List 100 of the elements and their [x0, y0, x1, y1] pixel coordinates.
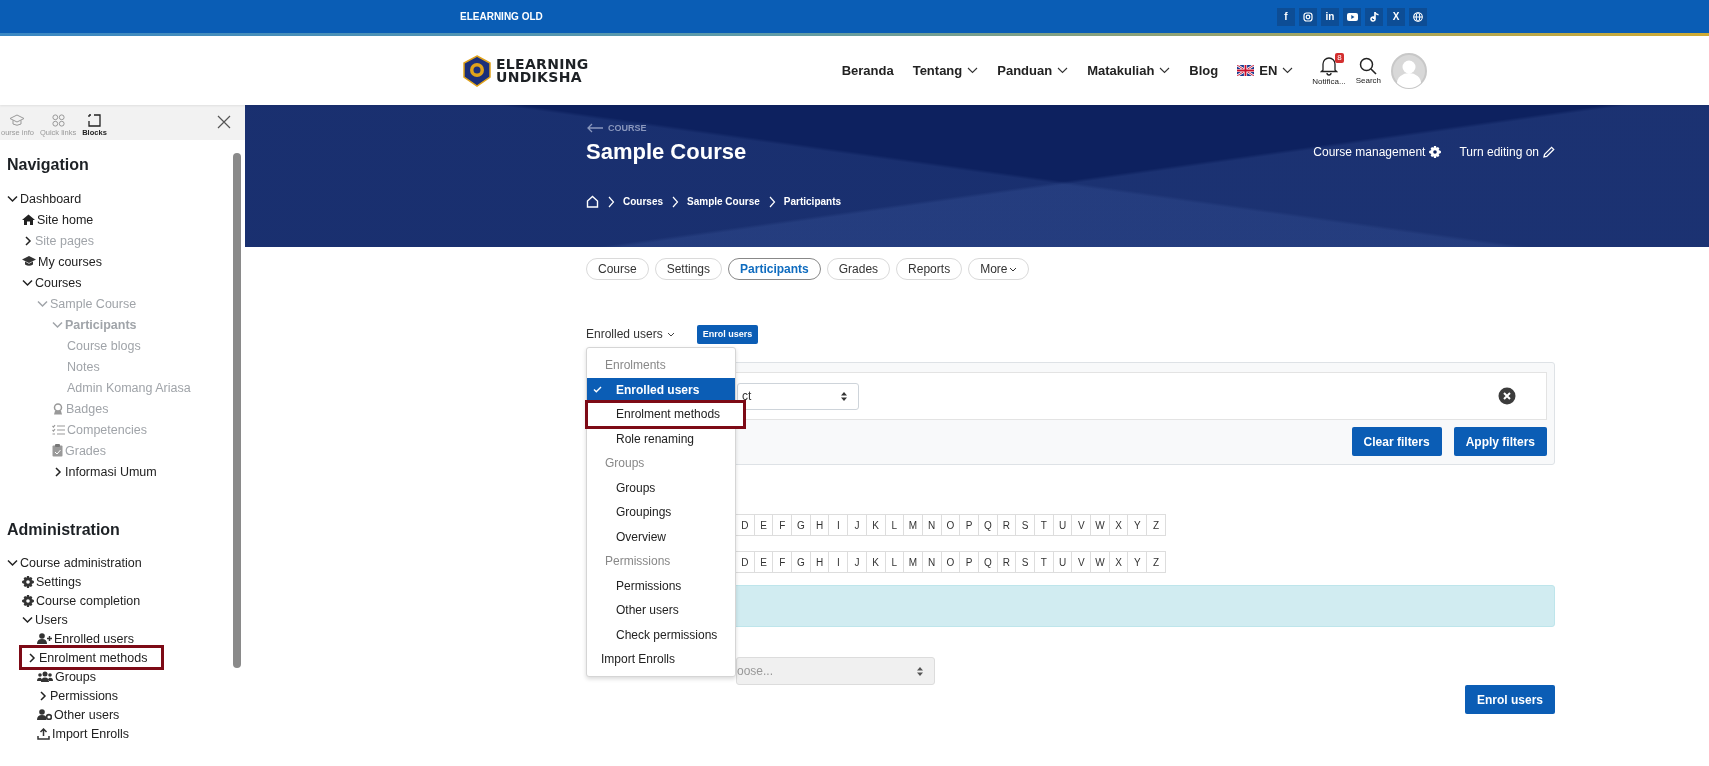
initial-letter[interactable]: E [753, 551, 774, 573]
initial-letter[interactable]: S [1015, 551, 1035, 573]
initial-letter[interactable]: W [1090, 551, 1110, 573]
camera-icon[interactable] [1299, 7, 1317, 26]
enrol-users-button[interactable]: Enrol users [1464, 685, 1555, 714]
initial-letter[interactable]: H [809, 551, 830, 573]
nav-tree-item[interactable]: My courses [22, 251, 108, 272]
initial-letter[interactable]: I [828, 551, 849, 573]
breadcrumb-link[interactable]: Sample Course [687, 196, 760, 207]
nav-link[interactable]: Blog [1189, 63, 1219, 78]
close-icon[interactable] [217, 115, 231, 129]
nav-tree-item[interactable]: Groups [37, 667, 102, 686]
nav-tree-item[interactable]: Import Enrolls [37, 724, 136, 743]
nav-tree-item[interactable]: Settings [22, 572, 88, 591]
filter-button[interactable]: Apply filters [1453, 427, 1547, 456]
nav-tree-item[interactable]: Course completion [22, 591, 147, 610]
initial-letter[interactable]: U [1052, 514, 1073, 536]
nav-tree-item[interactable]: Course administration [7, 553, 148, 572]
header-action-link[interactable]: Course management [1313, 145, 1442, 159]
initial-letter[interactable]: H [809, 514, 830, 536]
initial-letter[interactable]: Y [1127, 514, 1148, 536]
nav-link[interactable]: Panduan [997, 63, 1069, 78]
enrol-users-button[interactable]: Enrol users [696, 324, 759, 344]
initial-letter[interactable]: F [772, 514, 793, 536]
initial-letter[interactable]: Y [1127, 551, 1148, 573]
initial-letter[interactable]: X [1108, 551, 1129, 573]
initial-letter[interactable]: S [1015, 514, 1035, 536]
nav-tree-item[interactable]: Enrolment methods [22, 648, 162, 667]
page-select-dropdown[interactable]: Enrolled users [586, 327, 675, 341]
nav-tree-item[interactable]: Other users [37, 705, 126, 724]
music-note-icon[interactable] [1365, 7, 1383, 26]
menu-item[interactable]: Groupings [587, 500, 735, 525]
nav-link[interactable]: Matakuliah [1087, 63, 1171, 78]
menu-item[interactable]: Check permissions [587, 622, 735, 647]
initial-letter[interactable]: G [791, 551, 811, 573]
initial-letter[interactable]: K [865, 514, 886, 536]
initial-letter[interactable]: E [753, 514, 774, 536]
initial-letter[interactable]: K [865, 551, 886, 573]
search-button[interactable]: Search [1355, 56, 1381, 85]
nav-link[interactable]: Tentang [912, 63, 979, 78]
initial-letter[interactable]: N [921, 514, 942, 536]
initial-letter[interactable]: F [772, 551, 793, 573]
initial-letter[interactable]: T [1034, 514, 1054, 536]
initial-letter[interactable]: R [996, 551, 1017, 573]
home-icon[interactable] [586, 195, 599, 208]
nav-link[interactable]: Beranda [841, 63, 894, 78]
breadcrumb-link[interactable]: Courses [623, 196, 663, 207]
menu-item[interactable]: Enrolled users [587, 377, 735, 402]
initial-letter[interactable]: J [847, 551, 867, 573]
menu-item[interactable]: Import Enrolls [587, 647, 735, 672]
menu-item[interactable]: Overview [587, 524, 735, 549]
initial-letter[interactable]: P [959, 551, 979, 573]
menu-item[interactable]: Other users [587, 598, 735, 623]
play-icon[interactable] [1343, 7, 1361, 26]
initial-letter[interactable]: J [847, 514, 867, 536]
initial-letter[interactable]: V [1071, 551, 1092, 573]
initial-letter[interactable]: Z [1146, 514, 1166, 536]
initial-letter[interactable]: Z [1146, 551, 1166, 573]
initial-letter[interactable]: W [1090, 514, 1110, 536]
globe-icon[interactable] [1409, 7, 1427, 26]
initial-letter[interactable]: V [1071, 514, 1092, 536]
initial-letter[interactable]: O [940, 514, 961, 536]
header-action-link[interactable]: Turn editing on [1459, 145, 1555, 159]
breadcrumb-link[interactable]: Participants [783, 196, 842, 207]
back-link[interactable]: COURSE [586, 123, 1555, 133]
initial-letter[interactable]: L [884, 514, 905, 536]
social-link[interactable]: X [1387, 7, 1405, 26]
nav-tree-item[interactable]: Site home [22, 209, 100, 230]
initial-letter[interactable]: Q [977, 514, 998, 536]
nav-link[interactable]: EN [1237, 63, 1294, 78]
initial-letter[interactable]: G [791, 514, 811, 536]
initial-letter[interactable]: R [996, 514, 1017, 536]
filter-button[interactable]: Clear filters [1351, 427, 1442, 456]
initial-letter[interactable]: X [1108, 514, 1129, 536]
initial-letter[interactable]: N [921, 551, 942, 573]
menu-item[interactable]: Permissions [587, 573, 735, 598]
initial-letter[interactable]: M [903, 551, 923, 573]
nav-tree-item[interactable]: Enrolled users [37, 629, 140, 648]
filter-select[interactable]: ct [737, 382, 859, 410]
nav-tree-item[interactable]: Informasi Umum [52, 461, 163, 482]
initial-letter[interactable]: Q [977, 551, 998, 573]
notifications-button[interactable]: Notifica... 8 [1312, 55, 1346, 86]
initial-letter[interactable]: L [884, 551, 905, 573]
initial-letter[interactable]: I [828, 514, 849, 536]
nav-tree-item[interactable]: Dashboard [7, 188, 88, 209]
menu-item[interactable]: Groups [587, 475, 735, 500]
nav-tree-item[interactable]: Courses [22, 272, 88, 293]
initial-letter[interactable]: M [903, 514, 923, 536]
scrollbar[interactable] [233, 153, 241, 668]
menu-item[interactable]: Enrolment methods [587, 402, 744, 427]
remove-filter-icon[interactable] [1498, 387, 1516, 405]
initial-letter[interactable]: U [1052, 551, 1073, 573]
social-link[interactable]: f [1277, 7, 1295, 26]
initial-letter[interactable]: O [940, 551, 961, 573]
nav-tree-item[interactable]: Permissions [37, 686, 125, 705]
nav-tree-item[interactable]: Users [22, 610, 74, 629]
initial-letter[interactable]: P [959, 514, 979, 536]
menu-item[interactable]: Role renaming [587, 426, 735, 451]
social-link[interactable]: in [1321, 7, 1339, 26]
initial-letter[interactable]: T [1034, 551, 1054, 573]
